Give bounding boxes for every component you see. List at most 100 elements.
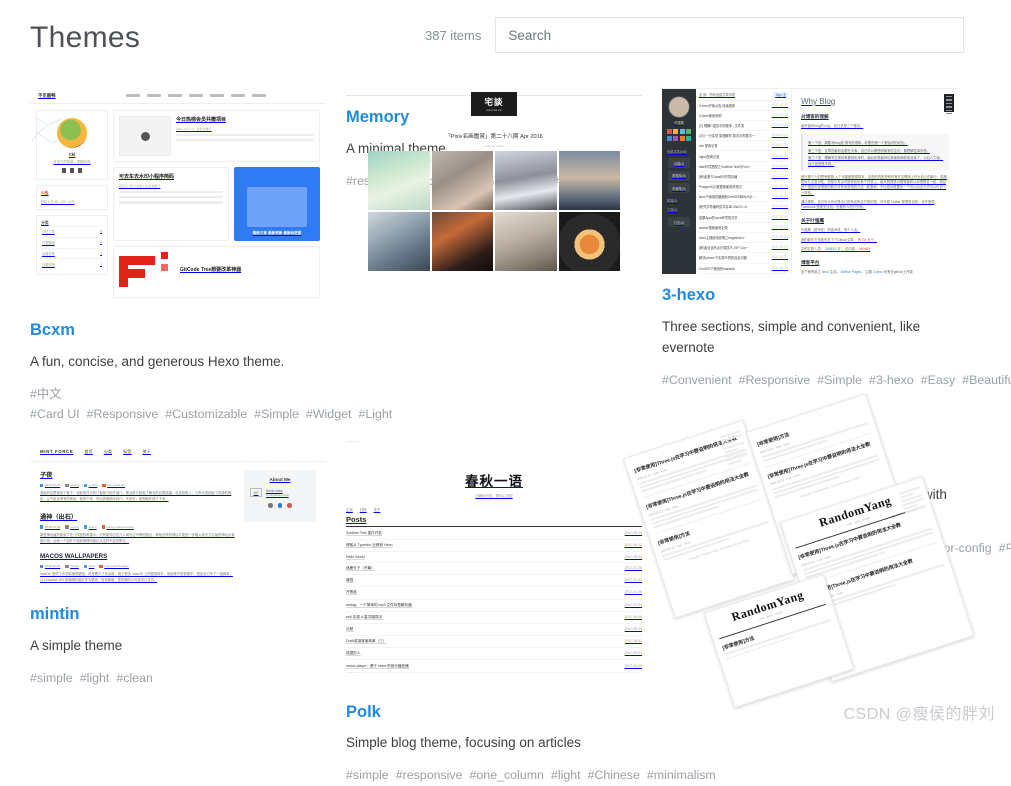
theme-thumbnail-link[interactable]: MINT FORCE 首页 分类 标签 关于 子夜 2019-02-03 yim… (30, 442, 326, 593)
theme-tag[interactable]: #中文 (999, 541, 1011, 555)
theme-tag[interactable]: #simple (30, 671, 73, 685)
list-item-date: 2018-02-04 (772, 133, 788, 138)
inline-link[interactable]: 20683人次 (825, 247, 841, 251)
theme-title-link[interactable]: mintin (30, 605, 326, 625)
list-item-title: PostgreSQL数据库使用简笔记 (699, 184, 742, 189)
theme-tag[interactable]: #clean (116, 671, 153, 685)
theme-tag[interactable]: #Beautiful (962, 373, 1011, 387)
inline-link[interactable]: 680663 (859, 247, 870, 251)
list-item: nginx配置记录2018-01-05 (699, 151, 788, 161)
list-item: Hello World2017-08-22 (346, 552, 642, 563)
theme-tag[interactable]: #light (551, 768, 581, 782)
inline-link[interactable]: GitHub Pages (841, 270, 862, 274)
list-item-date: 2017-06-06 (625, 615, 642, 619)
theme-tag[interactable]: #Simple (254, 407, 299, 421)
csdn-watermark: CSDN @瘦侯的胖刘 (843, 700, 995, 724)
preview-post: 今日热榜会员共赠项目 2024-4-4 4:4 | 点击次数万 (113, 110, 320, 162)
theme-tags: #Convenient #Responsive #Simple #3-hexo #Eas… (662, 371, 958, 391)
social-icons (41, 168, 103, 173)
text-line (176, 134, 314, 136)
list-item-title: 博客从 Typecho 迁移到 Hexo (346, 543, 393, 548)
category-row: 运营日常 1 (41, 248, 103, 259)
about-me-widget: About Me ME Kevin Jobs a nameless man (244, 470, 316, 522)
search-input[interactable] (506, 27, 953, 44)
inline-link[interactable]: 3-hexo (873, 270, 883, 274)
theme-thumbnail-link[interactable]: 叶强鹰 全部文章(440) 后端(4) 数据库(5) 机器笔(3) 前端(4) … (662, 88, 958, 274)
theme-tag[interactable]: #Customizable (165, 407, 247, 421)
theme-tag[interactable]: #responsive (396, 768, 463, 782)
nav-link-dash (189, 94, 203, 97)
list-item-date: 2017-09-23 (772, 255, 788, 260)
preview-post: GitCode Tree想要改革神器 (113, 246, 320, 298)
theme-tag[interactable]: #Responsive (739, 373, 811, 387)
list-item-title: linux下使用的编程和CentOS和MySQL ~ (699, 194, 756, 199)
list-item-date: 2017-10-01 (772, 225, 788, 230)
theme-card: MINT FORCE 首页 分类 标签 关于 子夜 2019-02-03 yim… (30, 442, 326, 786)
article-heading: 关于叶强鹰 (801, 218, 949, 224)
list-item-date: 2017-07-27 (625, 578, 642, 582)
notice-widget: 公告 随机公告 88←88一公开 (36, 185, 108, 210)
post-excerpt: macOS 提供了许多精美的壁纸，但是看久了总会腻，我了很多 macOS 上的壁… (40, 572, 236, 584)
theme-tag[interactable]: #Easy (921, 373, 955, 387)
post-title: 通神（出石） (40, 512, 236, 521)
text-line (119, 196, 223, 198)
post-meta: 2019-01-08 yiming fiction history future… (40, 525, 236, 529)
theme-tag[interactable]: #Chinese (588, 768, 640, 782)
list-item-title: CentOS下使用的mariadb (699, 266, 735, 271)
theme-tag[interactable]: #Widget (306, 407, 351, 421)
nav-item: 首页 (84, 449, 92, 455)
theme-tag[interactable]: #中文 (30, 387, 62, 401)
theme-tag[interactable]: #light (80, 671, 110, 685)
social-icon (686, 136, 691, 141)
list-item-date: 2018-01-05 (772, 154, 788, 159)
social-icon (667, 129, 672, 134)
theme-tag[interactable]: #Card UI (30, 407, 80, 421)
post-meta: 2024-4-4 4:4 | 点击次数万 (176, 126, 314, 131)
list-item: 如果Ajax的Java环境的共享2017-10-16 (699, 213, 788, 223)
theme-title-link[interactable]: Bcxm (30, 321, 326, 341)
theme-tag[interactable]: #Responsive (87, 407, 159, 421)
post-title: GitCode Tree想要改革神器 (180, 266, 314, 273)
theme-tag[interactable]: #Simple (817, 373, 862, 387)
list-item-date: 2018-01-05 (772, 143, 788, 148)
theme-tag[interactable]: #Convenient (662, 373, 732, 387)
meta-category: novels (84, 483, 98, 487)
theme-tag[interactable]: #one_column (470, 768, 544, 782)
profile-name: Ckl (41, 152, 103, 157)
meta-author: yiming (65, 564, 79, 568)
profile-logo: ME (250, 488, 262, 497)
theme-thumbnail-link[interactable]: 宅談 otaku-talk.site 「Pixiv名画鑑賞」第二十八期 Apr … (346, 88, 642, 96)
inline-link[interactable]: 有 Git 大于。 (858, 238, 877, 242)
nav-link-dash (231, 94, 245, 97)
nav-link-dash (147, 94, 161, 97)
theme-tags: #中文 #Card UI #Responsive #Customizable #Simp… (30, 385, 326, 425)
meta-tags: history future human (102, 525, 134, 529)
toc-icon (944, 94, 954, 112)
preview-site-title: 春秋一语 (346, 460, 642, 490)
list-item: 3-hexo开版公告:持续更新2017-03-19 (699, 101, 788, 111)
article-title: Why Blog (801, 97, 949, 106)
theme-description: A simple theme (30, 636, 326, 657)
text-line (176, 139, 314, 141)
theme-tag[interactable]: #3-hexo (869, 373, 914, 387)
inline-link[interactable]: hexo (822, 270, 829, 274)
sidebar-author: 叶强鹰 (665, 120, 693, 125)
theme-tag[interactable]: #simple (346, 768, 389, 782)
promo-banner: 最新文章 最新更新 最新标签图 (234, 167, 320, 241)
search-box[interactable] (495, 17, 964, 53)
article-paragraph: 这个即有用之 hexo 生成， GitHub Pages ，主题 3-hexo … (801, 270, 949, 274)
post-excerpt: 新签神仙遍完接到了在几所面的和重示，只有能而已在几人间也达不等的国近，像他这样的… (40, 533, 236, 545)
paragraph-text: 我的新东方也的也在了个Github文章， (801, 238, 857, 242)
illustration (247, 187, 307, 227)
social-icon (673, 129, 678, 134)
theme-title-link[interactable]: 3-hexo (662, 286, 958, 306)
widget-heading: About Me (250, 477, 310, 482)
page-header: Themes 387 items (0, 0, 1011, 72)
theme-thumbnail-link[interactable]: 不见图鸭 Ckl 写自己的故事，图图你呀 (30, 88, 326, 309)
sidebar-menu-item: 机器笔(3) (668, 183, 690, 193)
list-item: 开歌谁2017-07-09 (346, 587, 642, 599)
nav-item: 关于 (374, 507, 381, 512)
theme-title-link[interactable]: Polk (346, 703, 642, 723)
post-meta: 2019-12-26 yiming tech mac macOS apple (40, 564, 236, 568)
theme-thumbnail-link[interactable]: 春秋一语 记瞬间日常，帮你心成型 主页 归档 关于 Posts Sublime … (346, 441, 642, 689)
